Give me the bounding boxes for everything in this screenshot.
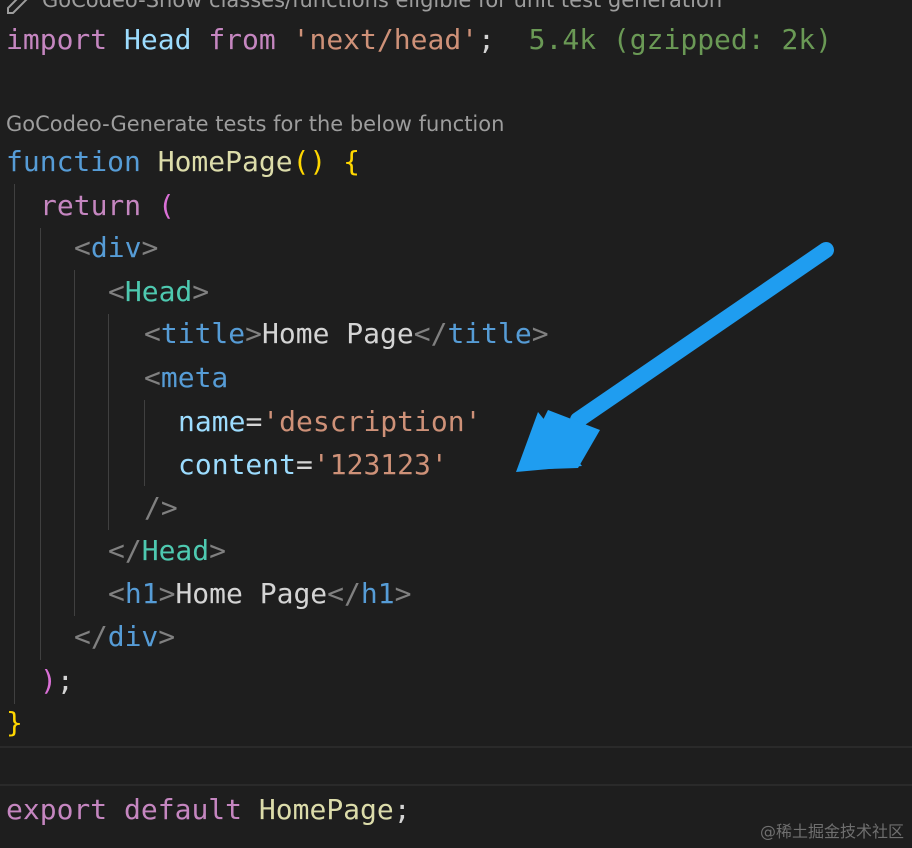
- code-line-meta: <meta: [144, 358, 228, 398]
- meta-name-value: 'description': [262, 405, 482, 438]
- h1-close-gt: >: [394, 577, 412, 610]
- meta-tag: meta: [160, 361, 229, 394]
- pencil-icon: [7, 0, 28, 14]
- div-close-gt: >: [158, 620, 176, 653]
- meta-content-attr: content: [178, 448, 297, 481]
- title-open-lt: <: [144, 317, 161, 350]
- code-line-return: return (: [40, 186, 175, 226]
- h1-close-tag: h1: [360, 577, 395, 610]
- import-size-hint: 5.4k (gzipped: 2k): [528, 23, 833, 56]
- indent-guide-3: [74, 270, 75, 616]
- meta-name-attr: name: [178, 405, 246, 438]
- meta-open-lt: <: [144, 361, 161, 394]
- h1-open-gt: >: [158, 577, 176, 610]
- export-semicolon: ;: [393, 793, 411, 826]
- div-close-tag: div: [107, 620, 159, 653]
- code-line-function: function HomePage() {: [6, 142, 360, 182]
- codelens-generate-tests[interactable]: GoCodeo-Generate tests for the below fun…: [6, 112, 504, 136]
- head-open-tag: Head: [124, 275, 193, 308]
- head-close-tag: Head: [141, 534, 210, 567]
- div-close-lt: </: [74, 620, 108, 653]
- function-keyword: function: [6, 145, 141, 178]
- code-line-div-close: </div>: [74, 617, 175, 657]
- title-close-lt: </: [413, 317, 448, 350]
- meta-self-close: />: [144, 491, 178, 524]
- code-line-head-close: </Head>: [108, 531, 226, 571]
- import-keyword: import: [6, 23, 108, 56]
- meta-content-eq: =: [296, 448, 313, 481]
- code-line-self-close: />: [144, 488, 178, 528]
- indent-guide-5: [144, 400, 145, 486]
- code-line-head-open: <Head>: [108, 272, 209, 312]
- indent-guide-2: [40, 228, 41, 660]
- default-keyword: default: [124, 793, 243, 826]
- meta-name-eq: =: [245, 405, 263, 438]
- code-line-div-open: <div>: [74, 228, 158, 268]
- title-close-tag: title: [447, 317, 532, 350]
- code-line-meta-name: name='description': [178, 402, 481, 442]
- head-open-lt: <: [108, 275, 125, 308]
- title-text: Home Page: [262, 317, 414, 350]
- codelens-show-eligible[interactable]: GoCodeo-Show classes/functions eligible …: [42, 0, 722, 12]
- return-close-semicolon: ;: [56, 664, 74, 697]
- from-keyword: from: [208, 23, 276, 56]
- head-close-gt: >: [209, 534, 227, 567]
- export-keyword: export: [6, 793, 108, 826]
- meta-content-value: '123123': [312, 448, 448, 481]
- head-open-gt: >: [192, 275, 210, 308]
- h1-open-tag: h1: [124, 577, 159, 610]
- code-line-import: import Head from 'next/head'; 5.4k (gzip…: [6, 20, 832, 60]
- title-open-tag: title: [160, 317, 246, 350]
- div-open-lt: <: [74, 231, 91, 264]
- code-line-meta-content: content='123123': [178, 445, 448, 485]
- h1-text: Home Page: [175, 577, 328, 610]
- return-keyword: return: [40, 189, 142, 222]
- title-open-gt: >: [245, 317, 263, 350]
- title-close-gt: >: [531, 317, 549, 350]
- code-line-return-close: );: [40, 661, 74, 701]
- code-line-title: <title>Home Page</title>: [144, 314, 549, 354]
- function-parens: (): [292, 145, 327, 178]
- indent-guide-4: [108, 314, 109, 530]
- code-line-function-close: }: [6, 703, 23, 743]
- code-line-export: export default HomePage;: [6, 790, 411, 830]
- h1-close-lt: </: [327, 577, 361, 610]
- head-close-lt: </: [108, 534, 142, 567]
- code-line-h1: <h1>Home Page</h1>: [108, 574, 411, 614]
- div-open-gt: >: [141, 231, 159, 264]
- watermark: @稀土掘金技术社区: [759, 822, 904, 841]
- div-open-tag: div: [90, 231, 142, 264]
- function-open-brace: {: [343, 145, 361, 178]
- import-semicolon: ;: [478, 23, 495, 56]
- indent-guide-1: [14, 184, 15, 704]
- function-close-brace: }: [6, 706, 23, 739]
- import-identifier: Head: [124, 23, 192, 56]
- import-path-string: 'next/head': [292, 23, 479, 56]
- function-name: HomePage: [157, 145, 293, 178]
- return-close-paren: ): [40, 664, 57, 697]
- export-identifier: HomePage: [258, 793, 394, 826]
- current-line-highlight: [0, 746, 912, 786]
- h1-open-lt: <: [108, 577, 125, 610]
- return-open-paren: (: [158, 189, 175, 222]
